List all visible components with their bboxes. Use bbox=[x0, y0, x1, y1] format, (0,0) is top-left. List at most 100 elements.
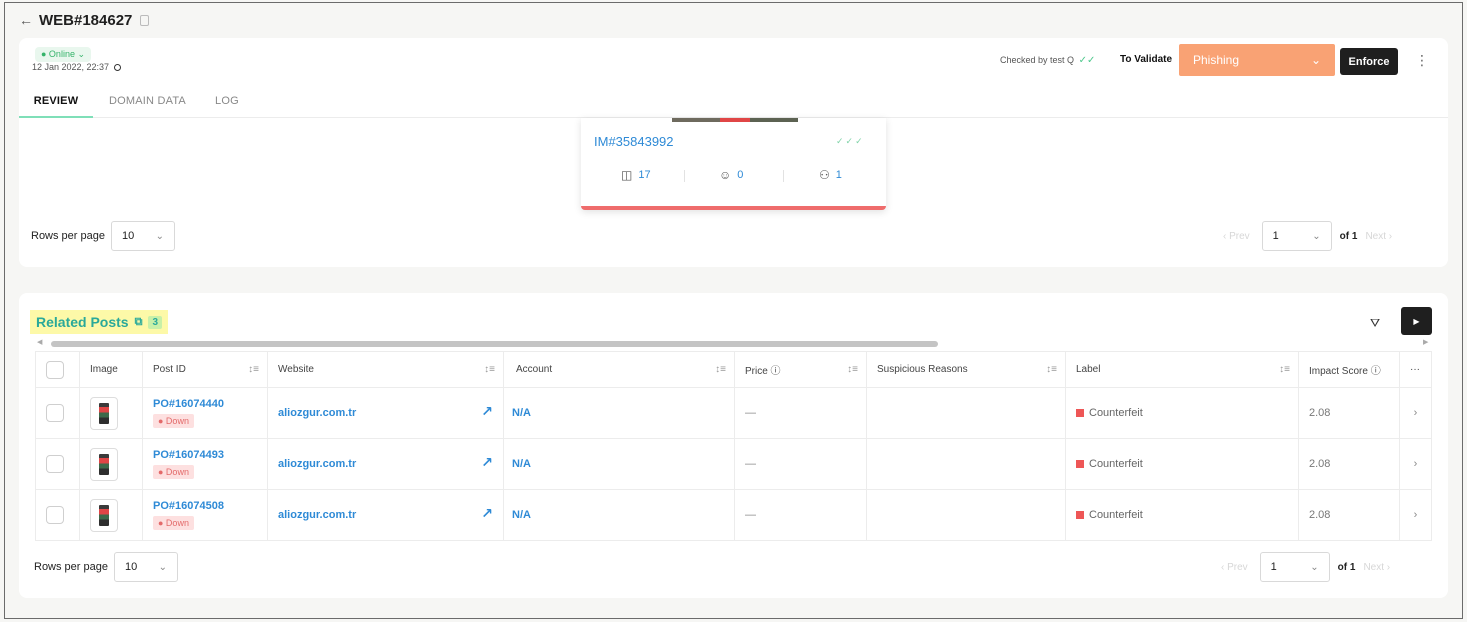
user-circle-icon: ☺ bbox=[719, 168, 732, 182]
rows-per-page-label: Rows per page bbox=[31, 230, 105, 242]
copy-icon[interactable] bbox=[140, 14, 150, 26]
rows-per-page-value: 10 bbox=[122, 230, 135, 242]
header-select-all[interactable] bbox=[35, 351, 80, 388]
table-row[interactable]: PO#16074508 ● Down aliozgur.com.tr ↗ N/A —… bbox=[35, 489, 1432, 541]
header-price[interactable]: Price ⓘ ↕≡ bbox=[734, 351, 867, 388]
review-card: ● Online ⌄ 12 Jan 2022, 22:37 Checked by… bbox=[19, 38, 1448, 267]
header-website[interactable]: Website ↕≡ bbox=[267, 351, 504, 388]
select-all-checkbox[interactable] bbox=[46, 360, 64, 379]
website-link[interactable]: aliozgur.com.tr bbox=[278, 407, 356, 419]
account-link[interactable]: N/A bbox=[512, 458, 531, 470]
row-website-cell: aliozgur.com.tr ↗ bbox=[267, 438, 504, 490]
page-select[interactable]: 1 ⌄ bbox=[1261, 221, 1332, 251]
row-image-cell[interactable] bbox=[79, 489, 143, 541]
checked-by: Checked by test Q ✓✓ bbox=[1000, 55, 1095, 66]
website-link[interactable]: aliozgur.com.tr bbox=[278, 458, 356, 470]
row-checkbox-cell[interactable] bbox=[35, 489, 80, 541]
sort-icon[interactable]: ↕≡ bbox=[248, 364, 259, 375]
website-link[interactable]: aliozgur.com.tr bbox=[278, 509, 356, 521]
header-post-id[interactable]: Post ID ↕≡ bbox=[142, 351, 268, 388]
header-account[interactable]: Account ↕≡ bbox=[503, 351, 735, 388]
sort-icon[interactable]: ↕≡ bbox=[484, 364, 495, 375]
table-row[interactable]: PO#16074440 ● Down aliozgur.com.tr ↗ N/A —… bbox=[35, 387, 1432, 439]
impact-score: 2.08 bbox=[1309, 458, 1331, 470]
rows-per-page-select[interactable]: 10 ⌄ bbox=[114, 552, 178, 582]
next-page-button[interactable]: Next › bbox=[1363, 562, 1390, 573]
sort-icon[interactable]: ↕≡ bbox=[1046, 364, 1057, 375]
tab-domain-data[interactable]: DOMAIN DATA bbox=[109, 94, 186, 118]
more-options-icon[interactable]: ⋮ bbox=[1415, 52, 1429, 69]
page-total: of 1 bbox=[1339, 230, 1358, 242]
row-checkbox[interactable] bbox=[46, 455, 64, 473]
post-id-link[interactable]: PO#16074508 bbox=[153, 500, 267, 512]
column-options-icon[interactable]: ··· bbox=[1399, 351, 1432, 388]
page-select[interactable]: 1 ⌄ bbox=[1259, 552, 1330, 582]
post-thumbnail[interactable] bbox=[90, 447, 118, 481]
prev-page-button[interactable]: ‹ Prev bbox=[1221, 562, 1248, 573]
chevron-right-icon[interactable]: › bbox=[1399, 489, 1432, 541]
app-frame: ← WEB#184627 ● Online ⌄ 12 Jan 2022, 22:… bbox=[4, 2, 1463, 619]
sort-icon[interactable]: ↕≡ bbox=[847, 364, 858, 375]
label-select[interactable]: Phishing ⌄ bbox=[1179, 44, 1335, 76]
account-link[interactable]: N/A bbox=[512, 509, 531, 521]
play-button[interactable]: ▶ bbox=[1401, 307, 1432, 335]
horizontal-scrollbar[interactable] bbox=[39, 341, 1429, 347]
header-label-label: Label bbox=[1076, 364, 1101, 375]
page-select-value: 1 bbox=[1272, 230, 1279, 242]
chevron-right-icon[interactable]: › bbox=[1399, 387, 1432, 439]
row-image-cell[interactable] bbox=[79, 438, 143, 490]
post-thumbnail[interactable] bbox=[90, 498, 118, 532]
row-image-cell[interactable] bbox=[79, 387, 143, 439]
sort-icon[interactable]: ↕≡ bbox=[1279, 364, 1290, 375]
image-card[interactable]: IM#35843992 ✓✓✓ ◫ 17 ☺ 0 ⚇ 1 bbox=[581, 118, 886, 210]
table-row[interactable]: PO#16074493 ● Down aliozgur.com.tr ↗ N/A —… bbox=[35, 438, 1432, 490]
scroll-right-arrow-icon[interactable]: ▶ bbox=[1423, 338, 1428, 346]
stat-panels: ◫ 17 bbox=[621, 168, 651, 182]
user-lock-icon: ⚇ bbox=[819, 168, 830, 182]
rows-per-page-select[interactable]: 10 ⌄ bbox=[111, 221, 175, 251]
rows-per-page-top: Rows per page 10 ⌄ bbox=[31, 221, 175, 251]
sort-icon[interactable]: ↕≡ bbox=[715, 364, 726, 375]
scrollbar-thumb[interactable] bbox=[51, 341, 938, 347]
post-id-link[interactable]: PO#16074493 bbox=[153, 449, 267, 461]
post-id-link[interactable]: PO#16074440 bbox=[153, 398, 267, 410]
back-arrow-icon[interactable]: ← bbox=[19, 12, 33, 28]
external-link-icon[interactable]: ↗ bbox=[481, 403, 493, 420]
post-image bbox=[99, 504, 109, 526]
row-reasons-cell bbox=[866, 489, 1066, 541]
header-impact-score: Impact Score ⓘ bbox=[1298, 351, 1400, 388]
next-page-button[interactable]: Next › bbox=[1365, 231, 1392, 242]
header-post-id-label: Post ID bbox=[153, 364, 186, 375]
impact-score: 2.08 bbox=[1309, 407, 1331, 419]
to-validate-button[interactable]: To Validate bbox=[1120, 54, 1172, 65]
external-link-icon[interactable]: ↗ bbox=[481, 505, 493, 522]
row-post-id-cell: PO#16074493 ● Down bbox=[142, 438, 268, 490]
external-link-icon[interactable]: ↗ bbox=[481, 454, 493, 471]
tab-log[interactable]: LOG bbox=[215, 94, 239, 118]
row-checkbox-cell[interactable] bbox=[35, 387, 80, 439]
related-posts-card: Related Posts ⧉ 3 ⛛ ▶ ◀ ▶ Image Post ID ↕… bbox=[19, 293, 1448, 598]
stat-accounts-value: 0 bbox=[737, 169, 744, 181]
row-checkbox[interactable] bbox=[46, 404, 64, 422]
prev-page-button[interactable]: ‹ Prev bbox=[1223, 231, 1250, 242]
account-link[interactable]: N/A bbox=[512, 407, 531, 419]
post-thumbnail[interactable] bbox=[90, 396, 118, 430]
page-select-value: 1 bbox=[1270, 561, 1277, 573]
online-status-dropdown[interactable]: ● Online ⌄ bbox=[35, 47, 91, 62]
row-checkbox[interactable] bbox=[46, 506, 64, 524]
stat-accounts: ☺ 0 bbox=[719, 168, 743, 182]
tab-review[interactable]: REVIEW bbox=[19, 94, 93, 118]
enforce-button[interactable]: Enforce bbox=[1340, 48, 1398, 75]
filter-icon[interactable]: ⛛ bbox=[1370, 316, 1380, 331]
page-header: ← WEB#184627 bbox=[19, 9, 150, 31]
row-account-cell: N/A bbox=[503, 387, 735, 439]
header-suspicious-reasons[interactable]: Suspicious Reasons ↕≡ bbox=[866, 351, 1066, 388]
image-id-link[interactable]: IM#35843992 bbox=[594, 134, 674, 149]
external-link-icon[interactable]: ⧉ bbox=[135, 316, 143, 329]
header-image: Image bbox=[79, 351, 143, 388]
row-label-cell: Counterfeit bbox=[1065, 438, 1299, 490]
row-checkbox-cell[interactable] bbox=[35, 438, 80, 490]
chevron-right-icon[interactable]: › bbox=[1399, 438, 1432, 490]
header-label[interactable]: Label ↕≡ bbox=[1065, 351, 1299, 388]
chevron-down-icon: ⌄ bbox=[158, 561, 167, 573]
